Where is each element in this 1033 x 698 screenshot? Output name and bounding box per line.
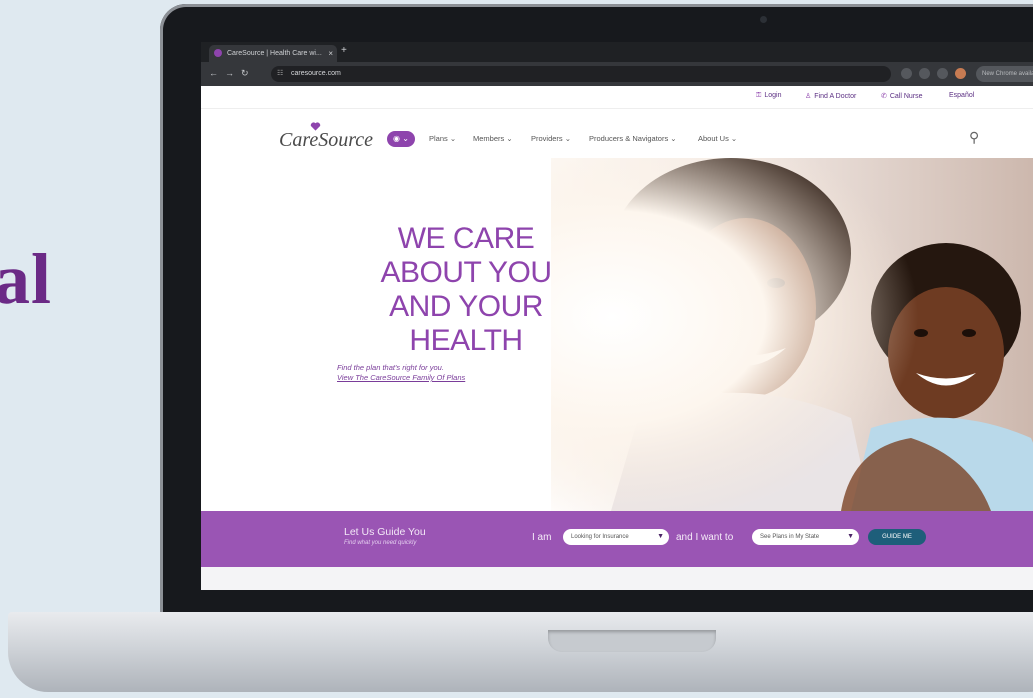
action-select-value: See Plans in My State	[760, 534, 820, 540]
guide-subtitle: Find what you need quickly	[344, 540, 417, 546]
bookmark-star-icon[interactable]	[901, 68, 912, 79]
update-chrome-chip[interactable]: New Chrome available	[976, 66, 1033, 82]
new-tab-button[interactable]: +	[341, 45, 347, 56]
close-tab-icon[interactable]: ×	[328, 45, 333, 62]
find-doctor-label: Find A Doctor	[814, 93, 857, 100]
guide-bar: Let Us Guide You Find what you need quic…	[201, 511, 1033, 567]
caret-down-icon: ▼	[657, 533, 664, 540]
nav-about-us[interactable]: About Us ⌄	[698, 134, 737, 143]
audience-select[interactable]: Looking for Insurance ▼	[563, 529, 669, 545]
location-selector-button[interactable]: ◉ ⌄	[387, 131, 415, 147]
hero-title-line-2: ABOUT YOU	[380, 256, 552, 290]
action-select[interactable]: See Plans in My State ▼	[752, 529, 859, 545]
nav-plans[interactable]: Plans ⌄	[429, 134, 456, 143]
side-heading-fragment: al	[0, 239, 53, 319]
hero-title-line-1: WE CARE	[397, 222, 535, 256]
view-plans-link[interactable]: View The CareSource Family Of Plans	[337, 373, 465, 382]
download-icon[interactable]	[937, 68, 948, 79]
lock-icon: ⚿	[756, 92, 762, 99]
tab-bar: CareSource | Health Care wi... × +	[201, 42, 1033, 62]
favicon-icon	[214, 49, 222, 57]
login-label: Login	[764, 92, 782, 99]
nav-members[interactable]: Members ⌄	[473, 134, 513, 143]
audience-select-value: Looking for Insurance	[571, 534, 629, 540]
login-link[interactable]: ⚿ Login	[756, 92, 781, 100]
profile-avatar-icon[interactable]	[955, 68, 966, 79]
browser-tab[interactable]: CareSource | Health Care wi... ×	[209, 45, 337, 62]
caret-down-icon: ▼	[847, 533, 854, 540]
hero-subtitle: Find the plan that's right for you.	[337, 363, 444, 372]
i-am-label: I am	[532, 532, 552, 543]
site-info-icon[interactable]: ☷	[277, 66, 283, 82]
guide-title: Let Us Guide You	[344, 526, 426, 538]
guide-me-button[interactable]: GUIDE ME	[868, 529, 926, 545]
browser-window: CareSource | Health Care wi... × + ← → ↻…	[201, 42, 1033, 590]
extension-icon[interactable]	[919, 68, 930, 79]
nav-producers-navigators[interactable]: Producers & Navigators ⌄	[589, 134, 677, 143]
main-nav: CareSource ◉ ⌄ Plans ⌄ Members ⌄ Provide…	[201, 108, 1033, 159]
laptop-base	[8, 612, 1033, 692]
camera-dot	[760, 16, 767, 23]
hero-family-photo	[551, 158, 1033, 511]
and-i-want-label: and I want to	[676, 532, 734, 543]
call-nurse-label: Call Nurse	[889, 93, 923, 100]
find-doctor-link[interactable]: ♙ Find A Doctor	[805, 92, 856, 100]
laptop-notch	[548, 630, 716, 652]
address-bar[interactable]: ☷ caresource.com	[271, 66, 891, 82]
forward-icon[interactable]: →	[225, 68, 234, 78]
person-icon: ♙	[805, 93, 812, 100]
hero-title-line-4: HEALTH	[409, 324, 523, 358]
phone-icon: ✆	[881, 93, 887, 100]
address-toolbar: ← → ↻ ☷ caresource.com New Chrome availa…	[201, 62, 1033, 86]
utility-nav: ⚿ Login ♙ Find A Doctor ✆ Call Nurse Españo…	[201, 86, 1033, 108]
hero-title: WE CARE ABOUT YOU AND YOUR HEALTH	[341, 222, 591, 358]
back-icon[interactable]: ←	[209, 68, 218, 78]
language-link[interactable]: Español	[949, 92, 974, 99]
caresource-logo[interactable]: CareSource	[279, 129, 373, 152]
reload-icon[interactable]: ↻	[241, 68, 249, 79]
nav-providers[interactable]: Providers ⌄	[531, 134, 571, 143]
tab-title: CareSource | Health Care wi...	[227, 50, 322, 57]
url-text: caresource.com	[291, 70, 341, 77]
hero-title-line-3: AND YOUR	[389, 290, 543, 324]
hero-section: WE CARE ABOUT YOU AND YOUR HEALTH Find t…	[201, 158, 1033, 511]
page-below-fold	[201, 567, 1033, 590]
call-nurse-link[interactable]: ✆ Call Nurse	[881, 92, 923, 100]
search-icon[interactable]: ⚲	[969, 129, 979, 146]
